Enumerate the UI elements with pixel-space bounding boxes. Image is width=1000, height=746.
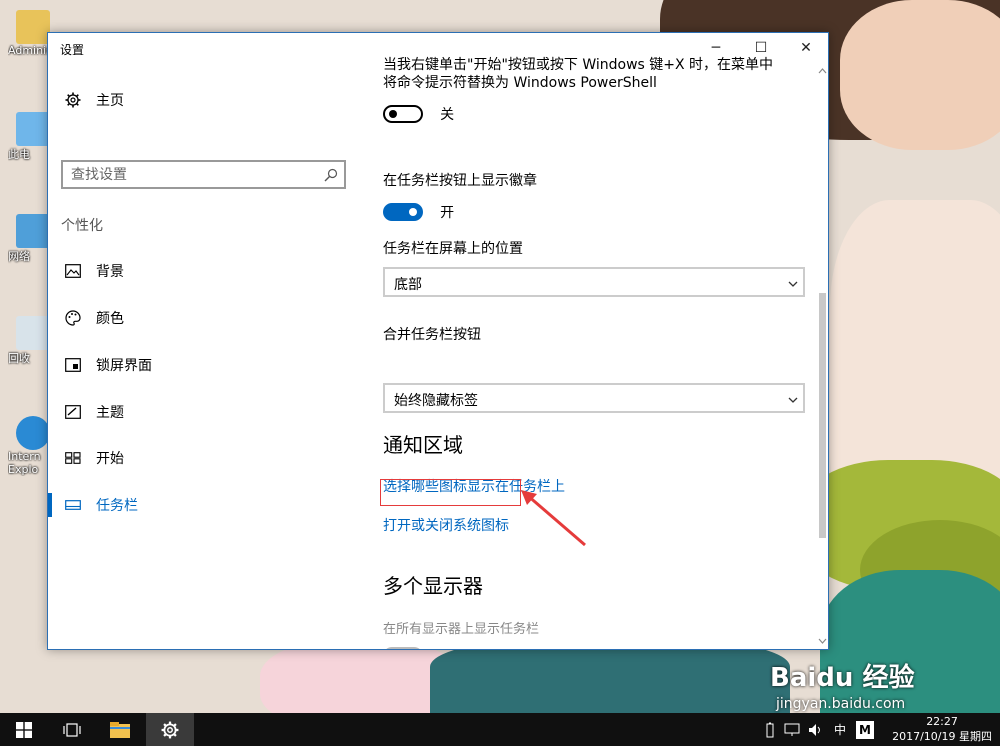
windows-logo-icon [16,721,32,738]
nav-home-label: 主页 [96,93,124,109]
toggle-knob [409,207,417,216]
content-scrollbar[interactable] [817,63,828,649]
task-view-button[interactable] [48,713,96,746]
nav-colors[interactable]: 颜色 [48,298,360,338]
multiple-displays-heading: 多个显示器 [383,574,483,598]
volume-icon[interactable] [806,713,826,746]
annotation-arrow-icon [521,490,586,547]
search-input[interactable] [63,162,319,187]
scroll-down-icon[interactable] [817,636,828,646]
desktop-icon-this-pc[interactable]: 此电 [8,112,52,162]
powershell-description-line2: 将命令提示符替换为 Windows PowerShell [383,75,657,91]
folder-icon [110,721,130,738]
recycle-bin-icon [16,316,50,350]
nav-start[interactable]: 开始 [48,438,360,478]
scrollbar-thumb[interactable] [819,293,826,538]
user-folder-icon [16,10,50,44]
system-clock[interactable]: 22:27 2017/10/19 星期四 [892,714,992,744]
nav-lock-screen[interactable]: 锁屏界面 [48,345,360,385]
settings-content: 当我右键单击"开始"按钮或按下 Windows 键+X 时，在菜单中 将命令提示… [383,57,828,650]
taskbar-icon [64,496,82,514]
combine-buttons-value: 始终隐藏标签 [394,393,478,409]
palette-icon [64,309,82,327]
wallpaper-face [840,0,1000,150]
toggle-knob [389,109,397,118]
network-icon[interactable] [782,713,802,746]
nav-home[interactable]: 主页 [48,80,360,120]
nav-colors-label: 颜色 [96,311,124,327]
taskbar-position-label: 任务栏在屏幕上的位置 [383,241,523,257]
gear-icon [64,91,82,109]
desktop-icon-ie[interactable]: Intern Explo [8,416,52,476]
nav-themes-label: 主题 [96,405,124,421]
settings-sidebar: 主页 个性化 背景 颜色 锁屏界面 [48,63,360,649]
chevron-down-icon [787,275,799,287]
nav-background[interactable]: 背景 [48,251,360,291]
badges-toggle-state: 开 [440,204,455,221]
ime-indicator[interactable]: 中 [830,713,850,746]
powershell-toggle-row: 关 [383,103,454,124]
ime-mode-indicator[interactable]: M [856,721,874,739]
nav-themes[interactable]: 主题 [48,392,360,432]
desktop-icon-recycle-bin[interactable]: 回收 [8,316,52,366]
search-icon[interactable] [324,167,338,182]
internet-explorer-icon [16,416,50,450]
gear-icon [161,721,179,738]
image-icon [64,262,82,280]
badges-label: 在任务栏按钮上显示徽章 [383,173,537,189]
nav-lock-screen-label: 锁屏界面 [96,358,152,374]
combine-buttons-label: 合并任务栏按钮 [383,327,481,343]
baidu-watermark-url: jingyan.baidu.com [776,696,906,712]
window-title: 设置 [60,43,85,57]
desktop-icon-network[interactable]: 网络 [8,214,52,264]
file-explorer-button[interactable] [96,713,144,746]
settings-taskbar-button[interactable] [146,713,194,746]
scroll-up-icon[interactable] [817,66,828,76]
taskbar-position-value: 底部 [394,277,422,293]
highlight-box [380,479,521,506]
nav-start-label: 开始 [96,451,124,467]
computer-icon [16,112,50,146]
clock-date: 2017/10/19 星期四 [892,730,992,743]
taskbar-position-select[interactable]: 底部 [383,267,805,297]
desktop-icon-user[interactable]: Adminis [8,10,52,57]
show-on-all-displays-label: 在所有显示器上显示任务栏 [383,622,540,637]
network-icon [16,214,50,248]
start-icon [64,449,82,467]
chevron-down-icon [787,391,799,403]
all-displays-toggle-row: 关 [383,645,454,650]
combine-buttons-select[interactable]: 始终隐藏标签 [383,383,805,413]
settings-window: 设置 ─ ☐ ✕ 主页 个性化 背景 颜色 [47,32,829,650]
clock-time: 22:27 [926,715,958,728]
nav-taskbar[interactable]: 任务栏 [48,485,360,525]
badges-toggle-row: 开 [383,201,454,222]
all-displays-toggle-state: 关 [440,649,454,650]
theme-icon [64,403,82,421]
taskbar: 中 M 22:27 2017/10/19 星期四 [0,713,1000,746]
battery-icon[interactable] [762,713,778,746]
search-box [61,160,346,189]
start-button[interactable] [0,713,48,746]
badges-toggle[interactable] [383,202,423,221]
powershell-toggle-state: 关 [440,106,455,123]
all-displays-toggle[interactable] [383,646,423,649]
lock-screen-icon [64,356,82,374]
nav-taskbar-label: 任务栏 [96,498,138,514]
baidu-watermark: Baidu 经验 [770,663,915,693]
powershell-toggle[interactable] [383,104,423,123]
nav-background-label: 背景 [96,264,124,280]
system-icons-link[interactable]: 打开或关闭系统图标 [383,515,509,535]
notification-area-heading: 通知区域 [383,433,463,457]
task-view-icon [63,722,81,737]
powershell-description-line1: 当我右键单击"开始"按钮或按下 Windows 键+X 时，在菜单中 [383,57,774,73]
category-heading: 个性化 [61,218,103,234]
